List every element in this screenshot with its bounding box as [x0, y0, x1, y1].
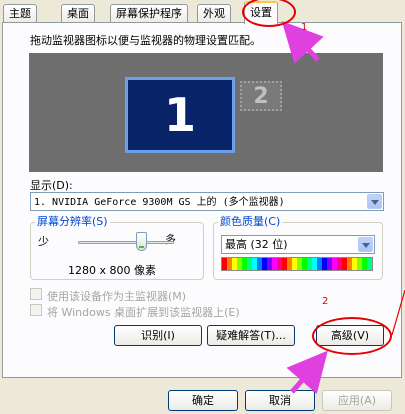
extend-desktop-checkbox[interactable]	[30, 304, 42, 316]
extend-desktop-label: 将 Windows 桌面扩展到该监视器上(E)	[47, 306, 240, 319]
resolution-more-label: 多	[165, 233, 176, 246]
color-quality-title: 颜色质量(C)	[218, 215, 283, 228]
monitor-1[interactable]: 1	[125, 77, 235, 153]
apply-button: 应用(A)	[322, 390, 392, 411]
cancel-button[interactable]: 取消	[245, 390, 315, 411]
primary-monitor-checkbox[interactable]	[30, 288, 42, 300]
tab-desktop[interactable]: 桌面	[61, 4, 95, 23]
highlight-circle-advanced-button	[312, 317, 392, 355]
step-2-label: 2	[322, 296, 329, 307]
tab-theme[interactable]: 主题	[3, 4, 37, 23]
troubleshoot-button[interactable]: 疑难解答(T)...	[207, 325, 295, 346]
tab-screensaver[interactable]: 屏幕保护程序	[110, 4, 188, 23]
ok-button[interactable]: 确定	[168, 390, 238, 411]
color-quality-select[interactable]: 最高 (32 位)	[221, 235, 375, 254]
monitor-arrangement-area[interactable]: 1 2	[29, 53, 383, 172]
resolution-value: 1280 x 800 像素	[68, 264, 156, 277]
color-quality-value: 最高 (32 位)	[225, 238, 288, 251]
instruction-text: 拖动监视器图标以便与监视器的物理设置匹配。	[30, 34, 261, 47]
resolution-title: 屏幕分辨率(S)	[35, 215, 110, 228]
tab-appearance[interactable]: 外观	[197, 4, 231, 23]
resolution-slider-track[interactable]	[78, 241, 174, 244]
chevron-down-icon[interactable]	[358, 237, 373, 252]
display-label: 显示(D):	[30, 179, 73, 192]
identify-button[interactable]: 识别(I)	[114, 325, 202, 346]
color-palette-bar	[221, 257, 373, 271]
display-select[interactable]: 1. NVIDIA GeForce 9300M GS 上的 (多个监视器)	[30, 192, 384, 211]
display-select-value: 1. NVIDIA GeForce 9300M GS 上的 (多个监视器)	[34, 197, 285, 208]
resolution-less-label: 少	[38, 235, 49, 248]
chevron-down-icon[interactable]	[367, 194, 382, 209]
step-1-label: 1	[301, 22, 308, 33]
primary-monitor-label: 使用该设备作为主监视器(M)	[47, 290, 187, 303]
monitor-2[interactable]: 2	[240, 81, 282, 111]
resolution-slider-thumb[interactable]	[136, 232, 147, 251]
